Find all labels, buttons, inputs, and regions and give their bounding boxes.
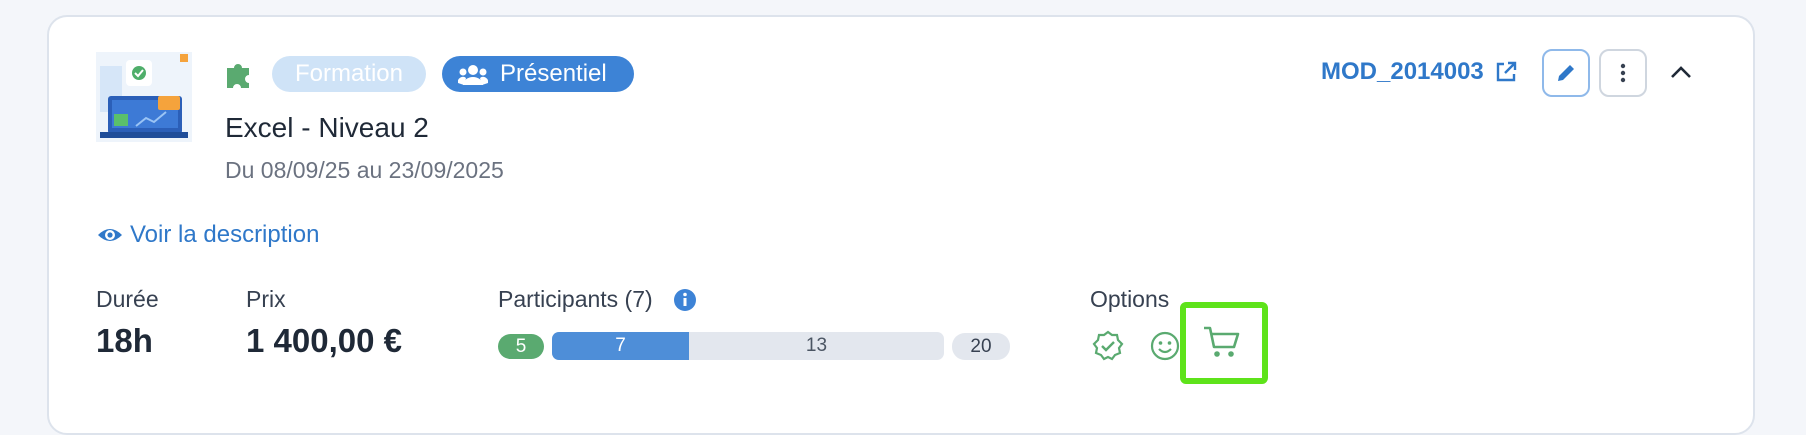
participants-max-badge: 20 <box>952 333 1010 360</box>
price-label: Prix <box>246 286 286 312</box>
module-dates: Du 08/09/25 au 23/09/2025 <box>225 157 504 183</box>
participants-label: Participants (7) <box>498 286 653 312</box>
cart-icon <box>1204 326 1240 357</box>
tag-presentiel-label: Présentiel <box>500 60 607 87</box>
duration-label: Durée <box>96 286 159 312</box>
price-value: 1 400,00 € <box>246 322 402 359</box>
check-badge-icon[interactable] <box>1092 330 1124 362</box>
eye-icon[interactable] <box>96 223 124 247</box>
participants-current-fill: 7 <box>552 332 689 360</box>
tag-presentiel: Présentiel <box>442 56 634 92</box>
participants-min-badge: 5 <box>498 334 544 359</box>
info-icon[interactable] <box>672 287 698 313</box>
view-description-link[interactable]: Voir la description <box>130 221 319 249</box>
puzzle-icon <box>223 58 255 90</box>
options-label: Options <box>1090 286 1170 312</box>
more-options-button[interactable] <box>1599 49 1647 97</box>
kebab-icon <box>1620 63 1626 83</box>
people-icon <box>457 62 489 86</box>
tag-formation: Formation <box>272 56 426 92</box>
external-link-icon[interactable] <box>1493 59 1519 85</box>
chevron-up-icon[interactable] <box>1666 60 1696 84</box>
participants-remaining: 13 <box>805 335 828 356</box>
cart-option-button[interactable] <box>1180 302 1268 384</box>
course-thumbnail <box>96 52 192 142</box>
duration-value: 18h <box>96 322 153 359</box>
edit-button[interactable] <box>1542 49 1590 97</box>
participants-progress-bar: 7 13 <box>552 332 944 360</box>
pencil-icon <box>1558 65 1574 81</box>
module-title: Excel - Niveau 2 <box>225 112 429 143</box>
module-reference-link[interactable]: MOD_2014003 <box>1321 58 1484 86</box>
smiley-icon[interactable] <box>1149 330 1181 362</box>
